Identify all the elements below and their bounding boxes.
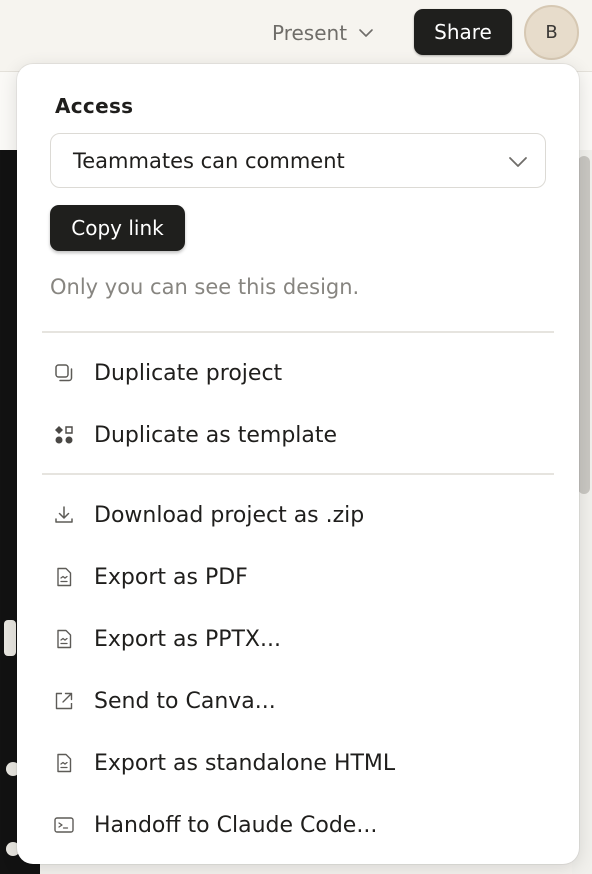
chevron-down-icon	[509, 157, 527, 167]
export-pptx-item[interactable]: Export as PPTX...	[17, 613, 579, 665]
menu-item-label: Duplicate as template	[94, 422, 338, 448]
menu-item-label: Export as PDF	[94, 564, 248, 590]
menu-item-label: Export as standalone HTML	[94, 750, 396, 776]
template-icon	[52, 423, 76, 447]
export-html-item[interactable]: Export as standalone HTML	[17, 737, 579, 789]
external-link-icon	[52, 689, 76, 713]
duplicate-project-item[interactable]: Duplicate project	[17, 347, 579, 399]
document-icon	[52, 751, 76, 775]
menu-item-label: Send to Canva...	[94, 688, 276, 714]
divider	[42, 473, 554, 475]
share-button[interactable]: Share	[414, 9, 512, 55]
present-button[interactable]: Present	[272, 18, 375, 48]
canvas-decoration	[4, 620, 16, 656]
handoff-claude-code-item[interactable]: Handoff to Claude Code...	[17, 799, 579, 851]
visibility-note: Only you can see this design.	[50, 275, 360, 299]
document-icon	[52, 627, 76, 651]
download-icon	[52, 503, 76, 527]
scrollbar-thumb[interactable]	[578, 156, 590, 494]
avatar[interactable]: B	[524, 5, 579, 60]
duplicate-icon	[52, 361, 76, 385]
download-zip-item[interactable]: Download project as .zip	[17, 489, 579, 541]
access-select-value: Teammates can comment	[73, 148, 345, 173]
access-select[interactable]: Teammates can comment	[50, 133, 546, 188]
top-bar: Present Share B	[0, 0, 592, 72]
present-label: Present	[272, 21, 348, 45]
copy-link-button[interactable]: Copy link	[50, 205, 185, 251]
menu-item-label: Handoff to Claude Code...	[94, 812, 378, 838]
send-to-canva-item[interactable]: Send to Canva...	[17, 675, 579, 727]
access-heading: Access	[55, 94, 134, 118]
document-icon	[52, 565, 76, 589]
export-pdf-item[interactable]: Export as PDF	[17, 551, 579, 603]
menu-item-label: Export as PPTX...	[94, 626, 281, 652]
menu-item-label: Download project as .zip	[94, 502, 365, 528]
divider	[42, 331, 554, 333]
duplicate-as-template-item[interactable]: Duplicate as template	[17, 409, 579, 461]
share-dropdown: Access Teammates can comment Copy link O…	[17, 64, 579, 864]
menu-item-label: Duplicate project	[94, 360, 283, 386]
chevron-down-icon	[359, 29, 373, 37]
terminal-icon	[52, 813, 76, 837]
